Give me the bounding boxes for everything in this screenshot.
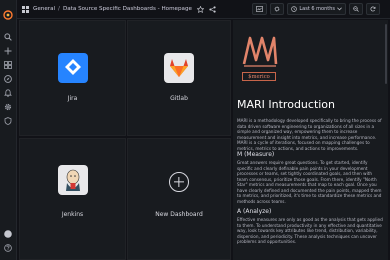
refresh-button[interactable] <box>366 3 380 15</box>
chevron-down-icon <box>337 7 342 11</box>
grafana-logo-icon[interactable] <box>3 5 13 20</box>
user-avatar-icon[interactable] <box>4 230 12 238</box>
plus-circle-icon <box>169 172 189 192</box>
jenkins-dashboard-tile[interactable]: Jenkins <box>19 138 126 260</box>
gitlab-dashboard-tile[interactable]: Gitlab <box>127 20 231 136</box>
analyze-text: Effective measures are only as good as t… <box>237 217 383 245</box>
new-dashboard-tile[interactable]: New Dashboard <box>127 138 231 260</box>
time-range-label: Last 6 months <box>299 6 335 12</box>
top-navbar: General / Data Source Specific Dashboard… <box>17 0 390 19</box>
gitlab-logo-icon <box>164 53 194 83</box>
clock-icon <box>291 6 298 12</box>
tile-label-jira: Jira <box>67 95 78 102</box>
zoom-out-icon <box>353 6 359 12</box>
jenkins-logo-icon <box>57 165 88 195</box>
search-icon[interactable] <box>4 33 12 41</box>
merico-logo-icon <box>242 30 278 70</box>
breadcrumb-separator: / <box>58 6 60 12</box>
doc-title: MARI Introduction <box>237 98 336 111</box>
shield-icon[interactable] <box>4 117 12 125</box>
refresh-icon <box>370 6 376 12</box>
configuration-gear-icon[interactable] <box>4 103 12 111</box>
dashboards-grid-icon[interactable] <box>22 5 29 13</box>
star-icon[interactable] <box>196 5 205 13</box>
alerting-bell-icon[interactable] <box>4 89 12 97</box>
scrollbar[interactable] <box>385 24 387 84</box>
measure-text: Great answers require great questions. T… <box>237 160 382 204</box>
gear-icon <box>275 6 280 12</box>
dashboard-settings-button[interactable] <box>270 3 285 15</box>
tile-label-new-dashboard: New Dashboard <box>155 211 203 218</box>
explore-compass-icon[interactable] <box>4 75 12 83</box>
jira-dashboard-tile[interactable]: Jira <box>19 20 126 136</box>
dashboard-title[interactable]: Data Source Specific Dashboards - Homepa… <box>63 6 192 12</box>
measure-heading: M (Measure) <box>237 151 275 158</box>
breadcrumb-folder[interactable]: General <box>33 6 55 12</box>
zoom-out-button[interactable] <box>349 3 363 15</box>
mari-introduction-panel: $merico MARI Introduction MARI is a meth… <box>233 20 388 260</box>
create-plus-icon[interactable] <box>4 47 12 55</box>
share-icon[interactable] <box>209 5 216 13</box>
sidebar <box>0 0 17 260</box>
time-range-picker[interactable]: Last 6 months <box>287 3 346 15</box>
help-icon[interactable] <box>4 244 12 252</box>
add-panel-icon <box>256 6 264 12</box>
add-panel-button[interactable] <box>252 3 268 15</box>
dashboards-grid-icon[interactable] <box>4 61 12 69</box>
brand-name: $merico <box>242 72 276 81</box>
analyze-heading: A (Analyze) <box>237 208 272 215</box>
tile-label-jenkins: Jenkins <box>61 211 84 218</box>
jira-logo-icon <box>57 53 88 83</box>
doc-intro: MARI is a methodology developed specific… <box>237 118 382 151</box>
tile-label-gitlab: Gitlab <box>170 95 188 102</box>
